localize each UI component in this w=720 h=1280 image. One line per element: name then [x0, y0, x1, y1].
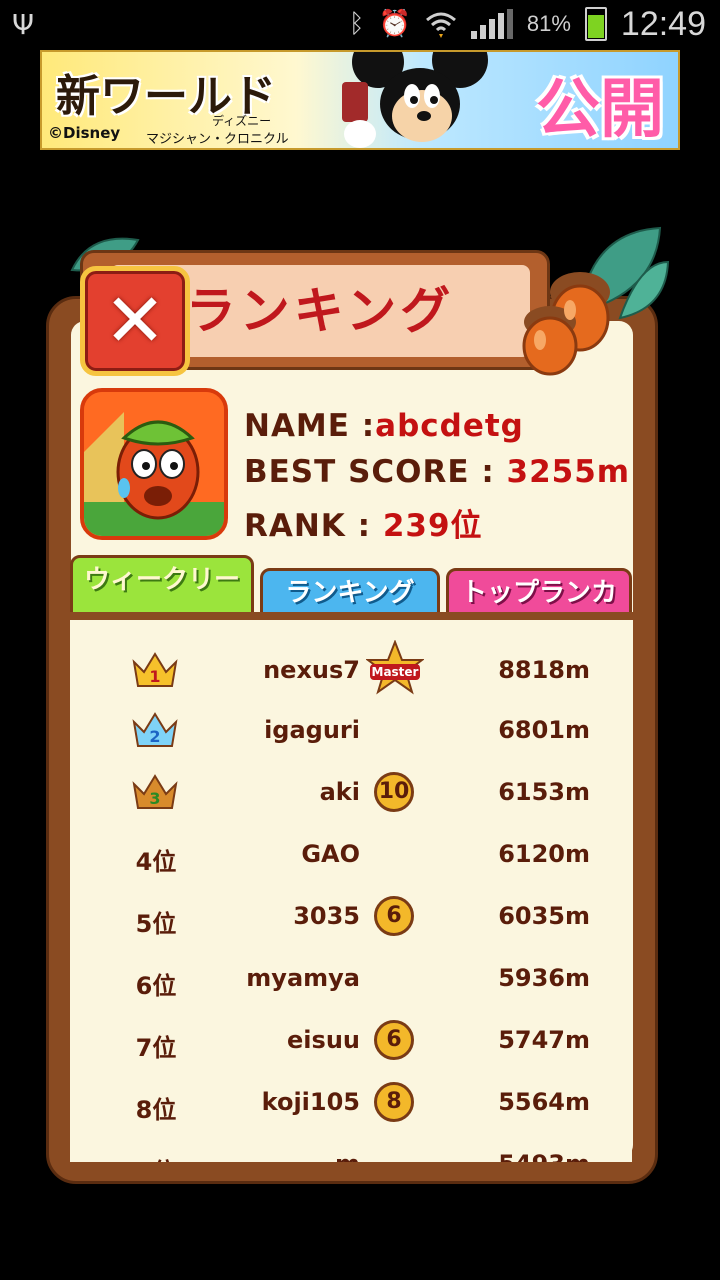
acorn-character-icon	[84, 392, 224, 536]
player-name: eisuu	[287, 1026, 360, 1054]
list-item: 5位 3035 6 6035m	[70, 886, 632, 948]
wifi-icon	[425, 12, 456, 38]
signal-icon	[470, 9, 513, 39]
rank-number: 4位	[135, 848, 177, 876]
profile-rank-line: RANK : 239位	[244, 500, 483, 545]
acorn-icon	[522, 272, 610, 376]
rank-number: 9位	[120, 1152, 192, 1162]
alarm-icon: ⏰	[378, 9, 411, 39]
rank-number: 8位	[135, 1096, 177, 1124]
tab-weekly[interactable]: ウィークリー	[70, 555, 254, 615]
bluetooth-icon: ᛒ	[348, 9, 365, 39]
svg-text:1: 1	[149, 667, 160, 686]
list-item: 8位 koji105 8 5564m	[70, 1072, 632, 1134]
level-badge: 6	[374, 896, 414, 936]
tab-top-ranker[interactable]: トップランカー	[446, 568, 632, 652]
rank-number: 6位	[135, 972, 177, 1000]
close-x-icon: ✕	[103, 278, 166, 364]
list-item: 3 aki 10 6153m	[70, 762, 632, 824]
tab-divider	[68, 612, 634, 620]
gold-crown-icon: 1	[132, 652, 178, 687]
player-name: nexus7	[263, 656, 360, 684]
score-value: 6120m	[498, 840, 590, 868]
name-value: abcdetg	[375, 408, 524, 444]
rank-number: 5位	[135, 910, 177, 938]
master-star-icon: Master	[366, 640, 424, 695]
ranking-list[interactable]: 1 nexus7 Master 8818m 2 igaguri 6801m 3 aki 10 615…	[70, 620, 632, 1162]
ad-copyright: ©Disney	[48, 124, 121, 142]
rank-value: 239位	[382, 508, 483, 544]
level-badge: 10	[374, 772, 414, 812]
profile-best-score-line: BEST SCORE : 3255m	[244, 454, 630, 490]
battery-percent: 81%	[526, 11, 571, 36]
list-item: 4位 GAO 6120m	[70, 824, 632, 886]
player-name: 3035	[293, 902, 360, 930]
clock: 12:49	[620, 4, 706, 43]
ad-subtitle-top: ディズニー	[212, 114, 272, 128]
ad-banner[interactable]: 新ワールド ©Disney ディズニー マジシャン・クロニクル 公開	[40, 50, 680, 150]
ad-release-label: 公開	[536, 73, 664, 147]
mouse-character-icon	[342, 52, 488, 148]
score-value: 5493m	[498, 1150, 590, 1162]
ad-subtitle: マジシャン・クロニクル	[146, 132, 289, 147]
list-item: 9位 m 5493m	[70, 1134, 632, 1162]
close-button[interactable]: ✕	[80, 266, 190, 376]
tab-ranking[interactable]: ランキング	[260, 568, 440, 618]
player-name: GAO	[301, 840, 360, 868]
score-value: 6801m	[498, 716, 590, 744]
master-label: Master	[372, 665, 419, 679]
status-bar: Ψ ᛒ ⏰ 81% 12:49	[0, 0, 720, 48]
level-badge: 6	[374, 1020, 414, 1060]
best-score-label: BEST SCORE :	[244, 454, 507, 490]
usb-icon: Ψ	[12, 8, 35, 41]
score-value: 8818m	[498, 656, 590, 684]
score-value: 5747m	[498, 1026, 590, 1054]
battery-charging-icon	[584, 7, 607, 41]
profile-name-line: NAME :abcdetg	[244, 408, 524, 444]
list-item: 1 nexus7 Master 8818m	[70, 640, 632, 702]
player-name: aki	[319, 778, 360, 806]
score-value: 6035m	[498, 902, 590, 930]
player-name: m	[335, 1150, 360, 1162]
list-item: 7位 eisuu 6 5747m	[70, 1010, 632, 1072]
rank-number: 7位	[135, 1034, 177, 1062]
name-label: NAME :	[244, 408, 376, 444]
list-item: 2 igaguri 6801m	[70, 700, 632, 762]
list-item: 6位 myamya 5936m	[70, 948, 632, 1010]
bronze-crown-icon: 3	[132, 774, 178, 809]
silver-crown-icon: 2	[132, 712, 178, 747]
score-value: 5936m	[498, 964, 590, 992]
svg-text:3: 3	[149, 789, 160, 808]
score-value: 5564m	[498, 1088, 590, 1116]
player-name: myamya	[246, 964, 360, 992]
status-icons: ᛒ ⏰ 81% 12:49	[349, 4, 706, 44]
rank-label: RANK :	[244, 508, 383, 544]
player-name: koji105	[261, 1088, 360, 1116]
level-badge: 8	[374, 1082, 414, 1122]
best-score-value: 3255m	[506, 454, 631, 490]
player-name: igaguri	[264, 716, 360, 744]
score-value: 6153m	[498, 778, 590, 806]
player-avatar	[80, 388, 228, 540]
svg-text:2: 2	[149, 727, 160, 746]
